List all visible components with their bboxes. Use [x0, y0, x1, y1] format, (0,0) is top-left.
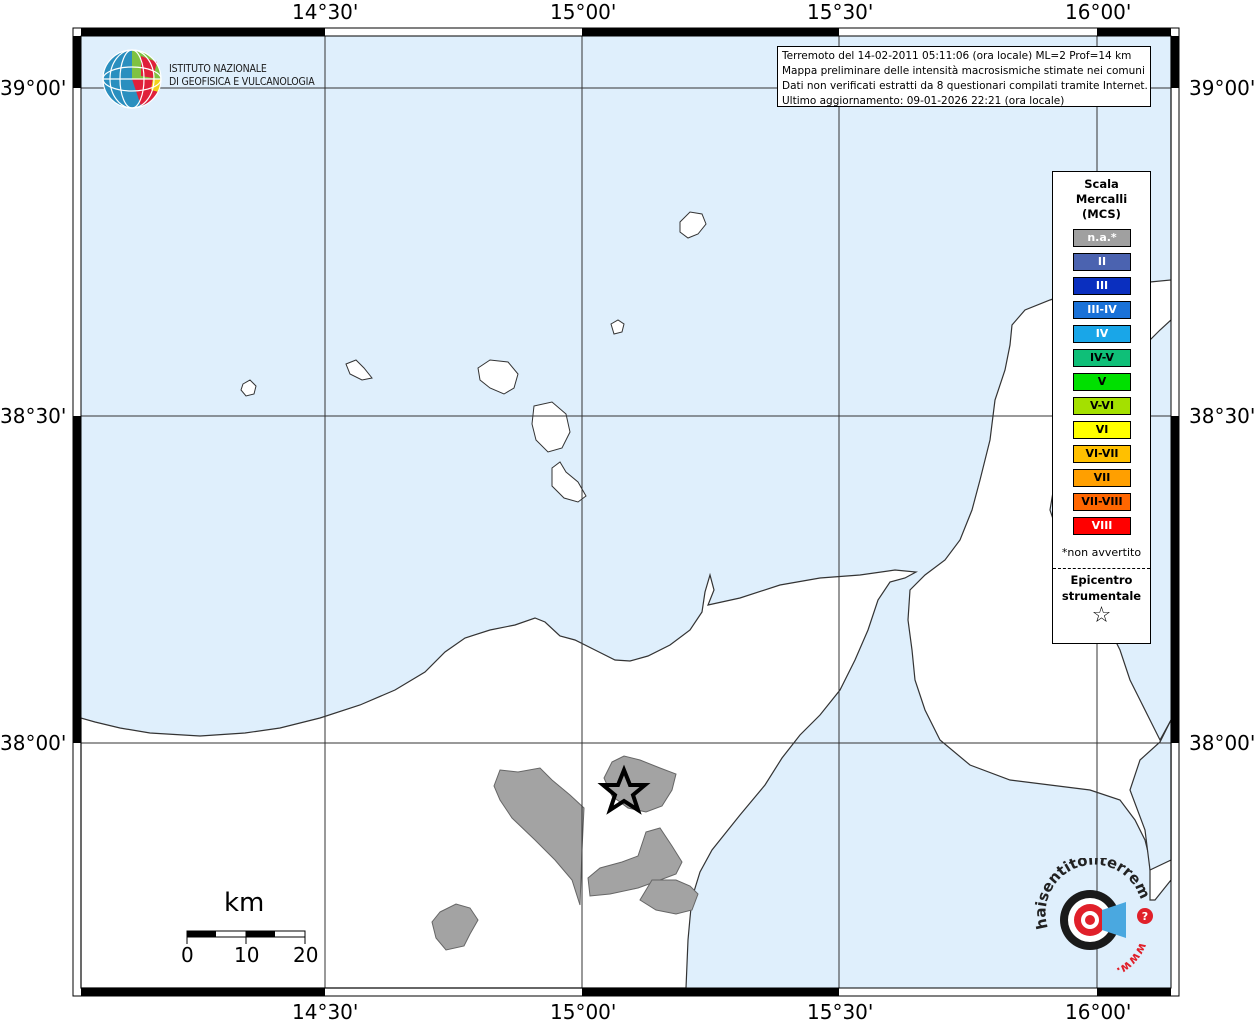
lon-label-top: 15°30': [807, 0, 874, 24]
scale-bar: km 0 10 20: [178, 888, 328, 978]
mcs-legend: Scala Mercalli (MCS) n.a.* II III III-IV IV I…: [1052, 171, 1151, 644]
globe-icon: [102, 49, 162, 109]
legend-item: IV: [1073, 325, 1131, 343]
legend-title-line: Scala: [1084, 177, 1119, 191]
frame-segment: [73, 416, 81, 743]
scale-tick-label: 10: [234, 943, 260, 967]
legend-item: VII: [1073, 469, 1131, 487]
frame-segment: [1097, 988, 1171, 996]
event-info-box: Terremoto del 14-02-2011 05:11:06 (ora l…: [777, 46, 1151, 107]
scale-tick-label: 0: [181, 943, 194, 967]
frame-segment: [81, 988, 325, 996]
frame-segment: [73, 36, 81, 88]
lon-label-top: 16°00': [1065, 0, 1132, 24]
legend-item: IV-V: [1073, 349, 1131, 367]
legend-item: VII-VIII: [1073, 493, 1131, 511]
legend-item: VIII: [1073, 517, 1131, 535]
frame-segment: [582, 28, 839, 36]
lat-label-right: 38°30': [1189, 404, 1254, 428]
lon-label-top: 14°30': [292, 0, 359, 24]
info-line-data-note: Dati non verificati estratti da 8 questi…: [782, 80, 1148, 92]
legend-item: n.a.*: [1073, 229, 1131, 247]
legend-epicenter-label: strumentale: [1061, 589, 1142, 603]
legend-item: VI: [1073, 421, 1131, 439]
svg-text:www.: www.: [1114, 941, 1150, 978]
target-icon: ? haisentitoilterremoto.it www.: [1025, 844, 1154, 979]
legend-title: Scala Mercalli (MCS): [1053, 177, 1150, 222]
frame-segment: [81, 28, 325, 36]
legend-item: III: [1073, 277, 1131, 295]
legend-item: III-IV: [1073, 301, 1131, 319]
lon-label-bottom: 16°00': [1065, 1000, 1132, 1024]
svg-text:?: ?: [1142, 910, 1148, 923]
haisentito-logo: ? haisentitoilterremoto.it www.: [1025, 844, 1160, 979]
info-line-map-desc: Mappa preliminare delle intensità macros…: [782, 65, 1145, 77]
lat-label-left: 39°00': [0, 76, 67, 100]
legend-epicenter: Epicentro strumentale ☆: [1053, 572, 1150, 628]
legend-title-line: (MCS): [1082, 207, 1121, 221]
lon-label-bottom: 15°30': [807, 1000, 874, 1024]
scale-unit: km: [224, 888, 265, 918]
legend-item: II: [1073, 253, 1131, 271]
legend-item: V: [1073, 373, 1131, 391]
frame-segment: [1171, 36, 1179, 88]
lat-label-right: 38°00': [1189, 731, 1254, 755]
lat-label-left: 38°30': [0, 404, 67, 428]
info-line-event: Terremoto del 14-02-2011 05:11:06 (ora l…: [782, 50, 1132, 62]
ingv-logo: ISTITUTO NAZIONALE DI GEOFISICA E VULCAN…: [101, 48, 321, 110]
lon-label-bottom: 15°00': [550, 1000, 617, 1024]
info-line-updated: Ultimo aggiornamento: 09-01-2026 22:21 (…: [782, 95, 1065, 107]
lon-label-top: 15°00': [550, 0, 617, 24]
legend-item: VI-VII: [1073, 445, 1131, 463]
scale-tick-label: 20: [293, 943, 319, 967]
frame-segment: [582, 988, 839, 996]
frame-segment: [1097, 28, 1171, 36]
legend-epicenter-label: Epicentro: [1070, 573, 1133, 587]
frame-segment: [1171, 416, 1179, 743]
hst-www-text: www.: [1114, 941, 1150, 979]
legend-note: *non avvertito: [1061, 546, 1142, 559]
legend-divider: [1053, 568, 1150, 569]
lon-label-bottom: 14°30': [292, 1000, 359, 1024]
legend-title-line: Mercalli: [1075, 192, 1128, 206]
star-icon: ☆: [1091, 603, 1112, 628]
legend-item: V-VI: [1073, 397, 1131, 415]
logo-line-1: ISTITUTO NAZIONALE: [169, 63, 267, 75]
logo-line-2: DI GEOFISICA E VULCANOLOGIA: [169, 76, 315, 88]
lat-label-right: 39°00': [1189, 76, 1254, 100]
lat-label-left: 38°00': [0, 731, 67, 755]
